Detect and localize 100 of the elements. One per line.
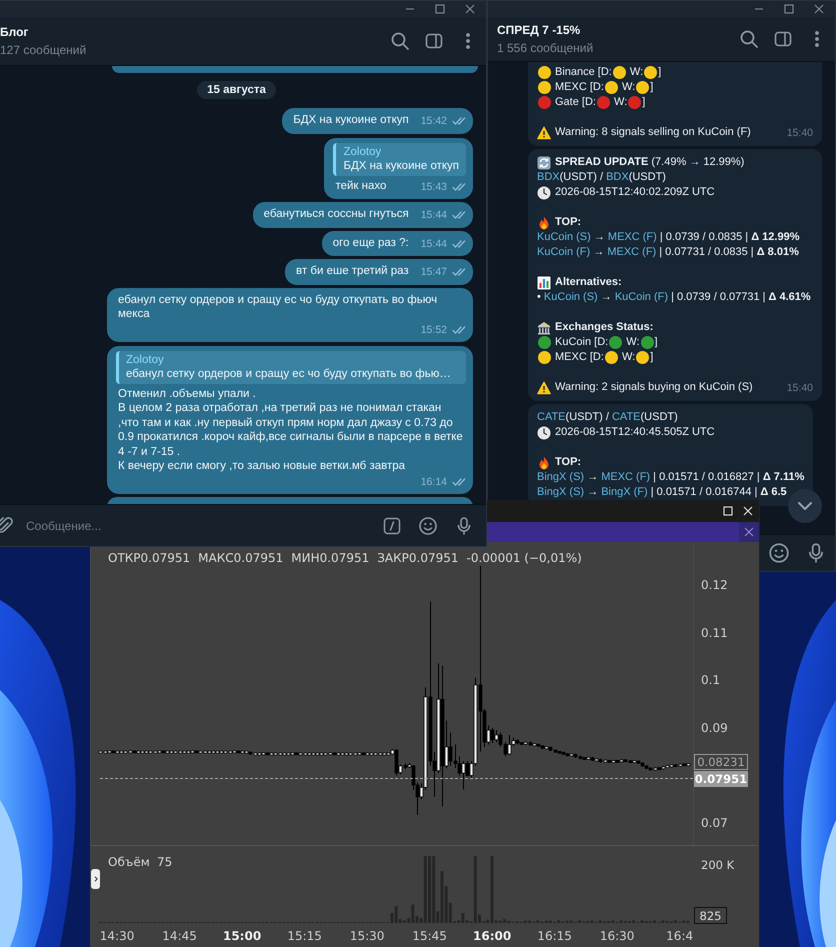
message-count: 127 сообщений xyxy=(0,43,86,57)
message-time: 16:14 xyxy=(420,476,447,488)
date-badge: 15 августа xyxy=(197,81,276,99)
message-text: Отменил .объемы упали . В целом 2 раза отработал ,на третий раз не понимал стакан ,что там и как .ну первый откуп прям норм дал джазу с 0.73 до 0.9 прокатился .короч кайф,все сигналы были в парсере в ветке 4 -7 и 7-15 . К вечеру если смогу ,то залью новые ветки.мб завтра xyxy=(118,386,463,474)
emoji-button[interactable] xyxy=(768,542,790,564)
message-text: БДХ на кукоине откуп xyxy=(293,113,409,128)
message-text: ебанутиься соссны гнуться xyxy=(264,207,409,222)
message-link[interactable]: MEXC (F) xyxy=(607,245,656,260)
quote-text: БДХ на кукоине откуп xyxy=(343,159,459,174)
ohlc-value: МАКС0.07951 xyxy=(198,551,284,565)
clock-icon xyxy=(537,186,551,200)
price-label: 0.1 xyxy=(701,673,720,688)
time-label: 14:30 xyxy=(98,929,136,943)
search-button[interactable] xyxy=(390,31,410,51)
sidebar-toggle-button[interactable] xyxy=(773,29,793,49)
message-line: Warning: 8 signals selling on KuCoin (F) xyxy=(537,125,751,140)
chat-title: Блог xyxy=(0,25,30,39)
message-link[interactable]: KuCoin (S) xyxy=(544,290,598,305)
message-time: 15:43 xyxy=(420,180,447,192)
message-text: ого еще раз ?: xyxy=(332,236,409,250)
time-label: 16:00 xyxy=(472,929,512,943)
attach-button[interactable] xyxy=(0,516,14,536)
message-link[interactable]: KuCoin (F) xyxy=(614,290,668,305)
message-line: SPREAD UPDATE (7.49% → 12.99%) xyxy=(537,155,744,170)
expand-handle[interactable] xyxy=(91,869,100,889)
message-line: MEXC [D: W: ] xyxy=(537,80,654,95)
ohlc-value: -0.00001 (−0,01%) xyxy=(466,551,582,565)
quote-author: Zolotoy xyxy=(343,144,382,159)
message-link[interactable]: BDX xyxy=(606,170,629,185)
message-link[interactable]: MEXC (F) xyxy=(601,470,650,485)
message-line: KuCoin (F) → MEXC (F) | 0.07731 / 0.0835 | Δ 8.01% xyxy=(537,245,799,260)
message-link[interactable]: CATE xyxy=(537,410,566,425)
message-time: 15:40 xyxy=(786,126,813,141)
volume-tag: 825 xyxy=(694,907,727,924)
message-line: Exchanges Status: xyxy=(537,320,654,335)
message-link[interactable]: BingX (S) xyxy=(537,485,584,500)
bank-icon xyxy=(537,320,551,334)
price-label: 0.11 xyxy=(701,626,728,640)
time-label: 16:30 xyxy=(598,929,636,943)
warning-icon xyxy=(537,126,551,140)
message-line: TOP: xyxy=(537,455,582,470)
message-link[interactable]: CATE xyxy=(612,410,641,425)
time-label: 14:45 xyxy=(161,929,198,943)
time-label: 15:00 xyxy=(222,929,262,943)
message-text: вт би еше третий раз xyxy=(296,264,409,278)
message-line: KuCoin [D: W: ] xyxy=(537,335,658,350)
message-time: 15:44 xyxy=(420,238,447,250)
message-line: CATE(USDT) / CATE(USDT) xyxy=(537,410,678,425)
search-button[interactable] xyxy=(739,29,759,49)
reply-quote[interactable]: Zolotoy ебанул сетку ордеров и сращу ес чо буду откупать во фью… xyxy=(116,350,466,384)
message-link[interactable]: BDX xyxy=(537,170,560,185)
message-link[interactable]: KuCoin (S) xyxy=(537,230,591,245)
message-text: ебанул сетку ордеров и сращу ес чо буду откупать во фьюч мекса xyxy=(118,292,438,322)
message-line: 2026-08-15T12:40:45.505Z UTC xyxy=(537,425,715,440)
message-link[interactable]: KuCoin (F) xyxy=(537,245,590,260)
message-line: BDX(USDT) / BDX(USDT) xyxy=(537,170,666,185)
message-time: 15:52 xyxy=(420,324,447,336)
message-line: 2026-08-15T12:40:02.209Z UTC xyxy=(537,185,715,200)
message-input[interactable]: Сообщение... xyxy=(26,514,366,536)
sidebar-toggle-button[interactable] xyxy=(424,31,444,51)
reply-quote[interactable]: Zolotoy БДХ на кукоине откуп xyxy=(333,142,466,176)
message-line: BingX (S) → BingX (F) | 0.01571 / 0.016744 | Δ 6.5 xyxy=(537,485,787,500)
message-count: 1 556 сообщений xyxy=(497,41,594,55)
chat-title: СПРЕД 7 -15% xyxy=(497,23,582,37)
message-line: Warning: 2 signals buying on KuCoin (S) xyxy=(537,380,753,395)
message-time: 15:47 xyxy=(420,266,447,278)
bar-chart-icon xyxy=(537,276,551,290)
message-line: Binance [D: W: ] xyxy=(537,65,662,80)
clock-icon xyxy=(537,426,551,440)
emoji-button[interactable] xyxy=(418,516,438,536)
ohlc-value: ЗАКР0.07951 xyxy=(377,551,459,565)
message-line: MEXC [D: W: ] xyxy=(537,350,654,365)
time-label: 15:30 xyxy=(348,929,386,943)
message-link[interactable]: MEXC (F) xyxy=(608,230,657,245)
quote-text: ебанул сетку ордеров и сращу ес чо буду откупать во фью… xyxy=(126,367,452,382)
time-label: 16:4 xyxy=(665,929,694,943)
message-link[interactable]: BingX (S) xyxy=(537,470,584,485)
time-label: 15:45 xyxy=(411,929,448,943)
scroll-down-button[interactable] xyxy=(788,489,822,523)
time-label: 15:15 xyxy=(286,929,323,943)
message-time: 15:40 xyxy=(786,381,813,396)
time-label: 16:15 xyxy=(536,929,573,943)
message-line: TOP: xyxy=(537,215,582,230)
message-line: Gate [D: W: ] xyxy=(537,95,646,110)
volume-label: Объём xyxy=(108,855,150,869)
refresh-icon xyxy=(537,156,551,170)
message-line: Alternatives: xyxy=(537,275,622,290)
message-line: KuCoin (S) → MEXC (F) | 0.0739 / 0.0835 | Δ 12.99% xyxy=(537,230,800,245)
volume-scale-label: 200 K xyxy=(701,858,734,872)
price-label: 0.09 xyxy=(701,720,728,735)
message-line: • KuCoin (S) → KuCoin (F) | 0.0739 / 0.07731 | Δ 4.61% xyxy=(537,290,811,305)
commands-button[interactable] xyxy=(382,516,402,536)
message-time: 15:42 xyxy=(420,115,447,127)
price-tag: 0.08231 xyxy=(694,754,748,770)
price-label: 0.07 xyxy=(701,816,728,830)
message-link[interactable]: BingX (F) xyxy=(601,485,648,500)
fire-icon xyxy=(537,456,551,470)
message-time: 15:44 xyxy=(420,209,447,221)
message-line: BingX (S) → MEXC (F) | 0.01571 / 0.016827 | Δ 7.11% xyxy=(537,470,804,485)
message-text: тейк нахо xyxy=(335,178,386,193)
